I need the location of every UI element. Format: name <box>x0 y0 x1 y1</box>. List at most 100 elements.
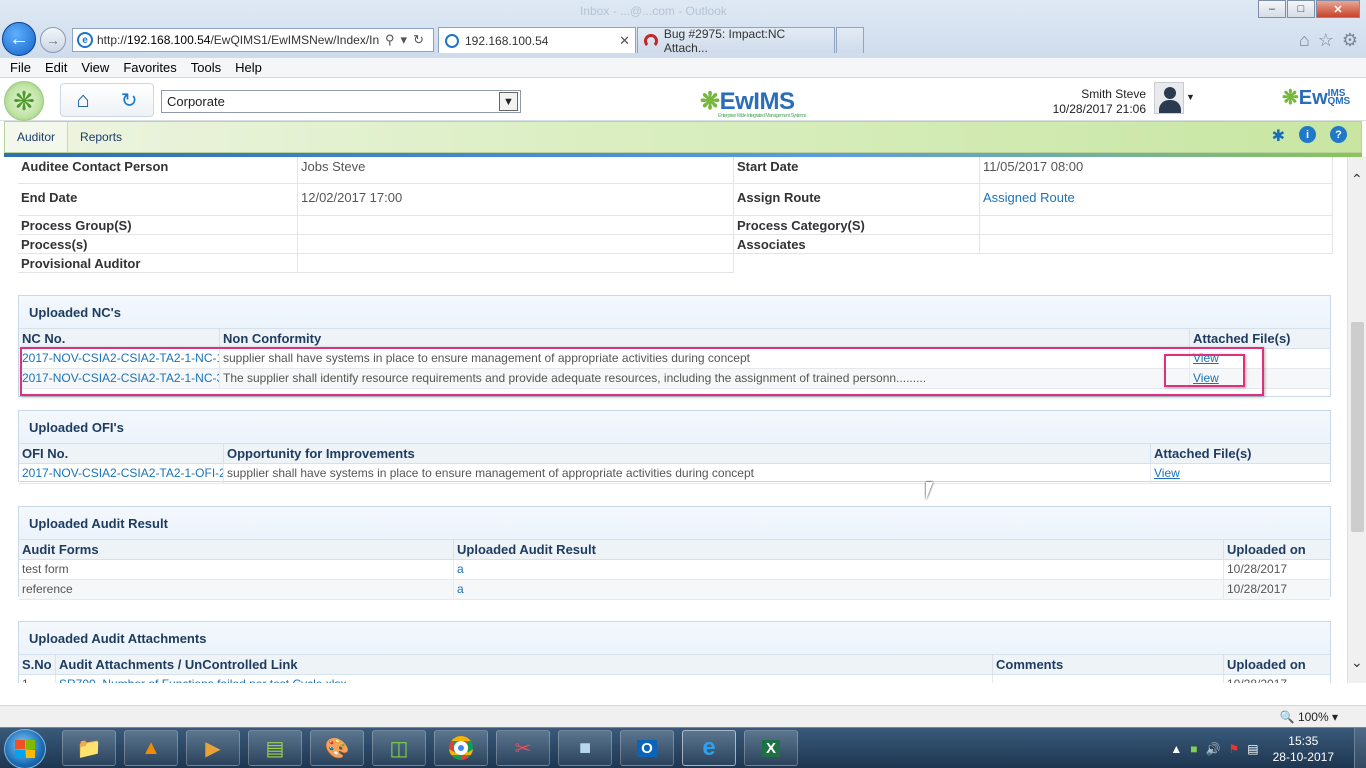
start-date-label: Start Date <box>734 157 980 184</box>
new-tab-button[interactable] <box>836 27 864 53</box>
user-datetime: 10/28/2017 21:06 <box>1052 102 1146 116</box>
attachment-comments <box>993 675 1224 683</box>
menu-bar: File Edit View Favorites Tools Help <box>0 58 1366 78</box>
user-menu-caret-icon[interactable]: ▼ <box>1186 92 1195 102</box>
taskbar-excel[interactable]: X <box>744 730 798 766</box>
menu-edit[interactable]: Edit <box>45 60 67 75</box>
scroll-down-icon[interactable]: ⌄ <box>1351 654 1363 671</box>
vertical-scrollbar[interactable]: ⌃ ⌄ <box>1347 157 1366 683</box>
dropdown-icon[interactable]: ▾ <box>401 32 408 48</box>
uploaded-ofi-section: Uploaded OFI's OFI No. Opportunity for I… <box>18 410 1331 484</box>
col-uploaded-result: Uploaded Audit Result <box>454 540 1224 559</box>
taskbar-ie[interactable]: e <box>682 730 736 766</box>
close-tab-icon[interactable]: ✕ <box>619 33 630 49</box>
greenshot-icon: ◫ <box>389 737 409 760</box>
tab-bug[interactable]: Bug #2975: Impact:NC Attach... <box>637 26 835 55</box>
minimize-button[interactable]: – <box>1258 0 1286 18</box>
taskbar-outlook[interactable]: O <box>620 730 674 766</box>
taskbar-clock[interactable]: 15:35 28-10-2017 <box>1273 733 1334 765</box>
uploaded-audit-attachments-section: Uploaded Audit Attachments S.No Audit At… <box>18 621 1331 683</box>
taskbar-paint[interactable]: 🎨 <box>310 730 364 766</box>
tray-expand-icon[interactable]: ▲ <box>1170 742 1182 756</box>
menu-favorites[interactable]: Favorites <box>123 60 176 75</box>
back-button[interactable]: ← <box>2 22 36 56</box>
menu-file[interactable]: File <box>10 60 31 75</box>
favorites-star-icon[interactable]: ☆ <box>1318 30 1334 51</box>
info-row: Provisional Auditor <box>18 254 1333 273</box>
audit-result-link[interactable]: a <box>454 580 1224 599</box>
scissors-icon: ✂ <box>514 737 532 760</box>
address-bar[interactable]: e http://192.168.100.54/EwQIMS1/EwIMSNew… <box>72 28 434 52</box>
menu-help[interactable]: Help <box>235 60 262 75</box>
flag-icon[interactable]: ⚑ <box>1229 742 1240 756</box>
url-path: /EwQIMS1/EwIMSNew/Index/Inc <box>210 33 379 47</box>
process-category-value <box>980 216 1333 235</box>
table-row: reference a 10/28/2017 <box>19 580 1330 600</box>
maximize-button[interactable]: □ <box>1287 0 1315 18</box>
header-tools: ⌂ ↻ <box>60 83 154 117</box>
close-button[interactable]: ✕ <box>1316 0 1360 18</box>
activity-monitor-icon: ▤ <box>265 737 285 760</box>
zoom-level[interactable]: 🔍 100% ▾ <box>1280 710 1338 724</box>
pin-icon[interactable]: ✱ <box>1272 126 1285 146</box>
search-icon[interactable]: ⚲ <box>385 32 395 48</box>
associates-value <box>980 235 1333 254</box>
taskbar-notes[interactable]: ■ <box>558 730 612 766</box>
taskbar-media[interactable]: ▶ <box>186 730 240 766</box>
refresh-icon[interactable]: ↻ <box>121 88 138 113</box>
menu-tools[interactable]: Tools <box>191 60 221 75</box>
taskbar-chrome[interactable] <box>434 730 488 766</box>
info-icon[interactable]: i <box>1299 126 1316 143</box>
col-attached-files: Attached File(s) <box>1193 331 1291 346</box>
taskbar-greenshot[interactable]: ◫ <box>372 730 426 766</box>
taskbar-explorer[interactable]: 📁 <box>62 730 116 766</box>
tray-app-icon[interactable]: ■ <box>1190 742 1197 756</box>
tab-active[interactable]: 192.168.100.54 ✕ <box>438 27 636 53</box>
ewims-qms-logo: ❋EwIMSQMS <box>1282 85 1366 110</box>
url-text[interactable]: http://192.168.100.54/EwQIMS1/EwIMSNew/I… <box>97 33 379 47</box>
assigned-route-link[interactable]: Assigned Route <box>980 184 1333 216</box>
col-nc-no: NC No. <box>19 329 220 348</box>
info-row: Auditee Contact Person Jobs Steve Start … <box>18 157 1333 184</box>
chevron-down-icon[interactable]: ▼ <box>499 92 518 111</box>
help-icon[interactable]: ? <box>1330 126 1347 143</box>
organization-select[interactable]: Corporate ▼ <box>161 90 521 113</box>
col-comments: Comments <box>993 655 1224 674</box>
uploaded-on-date: 10/28/2017 <box>1224 675 1330 683</box>
forward-button[interactable]: → <box>40 27 66 53</box>
user-name: Smith Steve <box>1081 87 1146 101</box>
start-date-value: 11/05/2017 08:00 <box>980 157 1333 184</box>
status-bar: 🔍 100% ▾ <box>0 705 1366 727</box>
home-icon[interactable]: ⌂ <box>76 87 89 113</box>
chrome-icon <box>449 736 473 760</box>
audit-result-link[interactable]: a <box>454 560 1224 579</box>
start-button[interactable] <box>4 729 46 768</box>
home-page-icon[interactable]: ⌂ <box>1299 30 1310 51</box>
scroll-up-icon[interactable]: ⌃ <box>1351 171 1363 188</box>
volume-icon[interactable]: 🔊 <box>1206 742 1221 756</box>
taskbar-snipping[interactable]: ✂ <box>496 730 550 766</box>
ofi-number-link[interactable]: 2017-NOV-CSIA2-CSIA2-TA2-1-OFI-2 <box>19 464 224 483</box>
nav-reports[interactable]: Reports <box>68 122 134 152</box>
settings-gear-icon[interactable]: ⚙ <box>1342 30 1358 51</box>
col-non-conformity: Non Conformity <box>220 329 1190 348</box>
attachment-link[interactable]: SR700_Number of Functions failed per tes… <box>56 675 993 683</box>
show-desktop-button[interactable] <box>1354 728 1366 768</box>
process-label: Process(s) <box>18 235 298 254</box>
menu-view[interactable]: View <box>81 60 109 75</box>
outlook-icon: O <box>637 739 657 757</box>
scrollbar-thumb[interactable] <box>1351 322 1364 532</box>
network-icon[interactable]: ▤ <box>1247 742 1258 756</box>
taskbar-vlc[interactable]: ▲ <box>124 730 178 766</box>
tab-label: Bug #2975: Impact:NC Attach... <box>663 26 786 55</box>
section-title: Uploaded NC's <box>29 304 121 320</box>
app-logo-icon[interactable]: ❋ <box>4 81 44 121</box>
back-arrow-icon: ← <box>9 27 29 50</box>
nav-auditor[interactable]: Auditor <box>5 122 69 152</box>
end-date-value: 12/02/2017 17:00 <box>298 184 734 216</box>
nc-table-header: NC No. Non Conformity Attached File(s) <box>19 328 1330 349</box>
taskbar-activity[interactable]: ▤ <box>248 730 302 766</box>
avatar[interactable] <box>1154 82 1184 114</box>
view-attachment-link[interactable]: View <box>1151 464 1330 483</box>
refresh-page-icon[interactable]: ↻ <box>413 32 424 48</box>
